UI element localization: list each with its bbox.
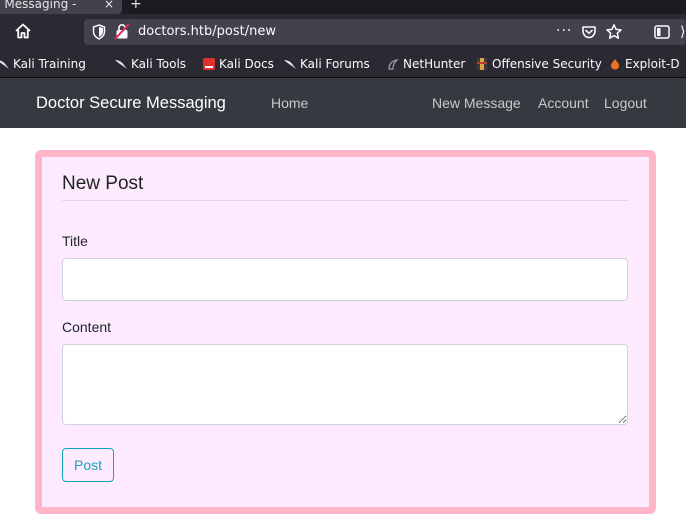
insecure-lock-icon[interactable] [114, 23, 130, 40]
nav-home-link[interactable]: Home [271, 78, 308, 128]
bookmarks-toolbar: Kali Training Kali Tools Kali Docs Kali … [0, 50, 686, 78]
new-tab-icon[interactable]: + [130, 0, 142, 14]
bookmark-label: Kali Tools [131, 57, 187, 71]
bookmark-exploit-db[interactable]: Exploit-D [608, 50, 680, 77]
bookmark-label: Exploit-D [625, 57, 680, 71]
nav-logout-link[interactable]: Logout [604, 78, 647, 128]
title-label: Title [62, 233, 88, 249]
site-brand[interactable]: Doctor Secure Messaging [36, 78, 226, 128]
kali-dragon-icon [0, 60, 9, 69]
bookmark-kali-docs[interactable]: Kali Docs [202, 50, 274, 77]
nav-new-message-link[interactable]: New Message [432, 78, 521, 128]
browser-tab[interactable]: c Messaging - × [0, 0, 122, 14]
sidebar-icon[interactable] [654, 25, 670, 39]
content-textarea[interactable] [62, 344, 628, 425]
kali-dragon-icon [284, 60, 296, 69]
bookmark-offensive-security[interactable]: Offensive Security [475, 50, 602, 77]
offsec-icon [477, 58, 487, 70]
toolbar-overflow-icon[interactable]: ⟩ [680, 21, 685, 43]
nethunter-icon [388, 59, 399, 70]
kali-dragon-icon [115, 60, 127, 69]
bookmark-nethunter[interactable]: NetHunter [386, 50, 466, 77]
bookmark-label: NetHunter [403, 57, 466, 71]
tracking-shield-icon[interactable] [92, 24, 106, 40]
tab-close-icon[interactable]: × [104, 0, 114, 14]
bookmark-label: Offensive Security [492, 57, 602, 71]
url-text[interactable]: doctors.htb/post/new [138, 19, 276, 45]
bookmark-kali-forums[interactable]: Kali Forums [283, 50, 370, 77]
title-input[interactable] [62, 258, 628, 301]
kali-docs-icon [203, 58, 215, 70]
browser-toolbar: doctors.htb/post/new ··· ⟩ [0, 14, 686, 50]
bookmark-label: Kali Docs [219, 57, 274, 71]
post-button[interactable]: Post [62, 448, 114, 482]
new-post-form: New Post Title Content Post [35, 150, 656, 514]
bookmark-star-icon[interactable] [605, 23, 623, 41]
pocket-icon[interactable] [581, 24, 597, 40]
browser-tab-title: c Messaging - [0, 0, 77, 11]
site-navbar: Doctor Secure Messaging Home New Message… [0, 78, 686, 128]
exploit-db-icon [611, 59, 619, 70]
url-bar[interactable]: doctors.htb/post/new ··· ⟩ [84, 19, 686, 45]
legend-divider [62, 200, 628, 201]
content-label: Content [62, 319, 112, 335]
nav-account-link[interactable]: Account [538, 78, 589, 128]
bookmark-label: Kali Training [13, 57, 86, 71]
bookmark-kali-training[interactable]: Kali Training [0, 50, 86, 77]
bookmark-kali-tools[interactable]: Kali Tools [114, 50, 187, 77]
home-icon[interactable] [14, 22, 32, 40]
page-actions-icon[interactable]: ··· [556, 19, 572, 43]
form-legend: New Post [62, 173, 144, 194]
browser-tab-bar: c Messaging - × + [0, 0, 686, 14]
bookmark-label: Kali Forums [300, 57, 370, 71]
